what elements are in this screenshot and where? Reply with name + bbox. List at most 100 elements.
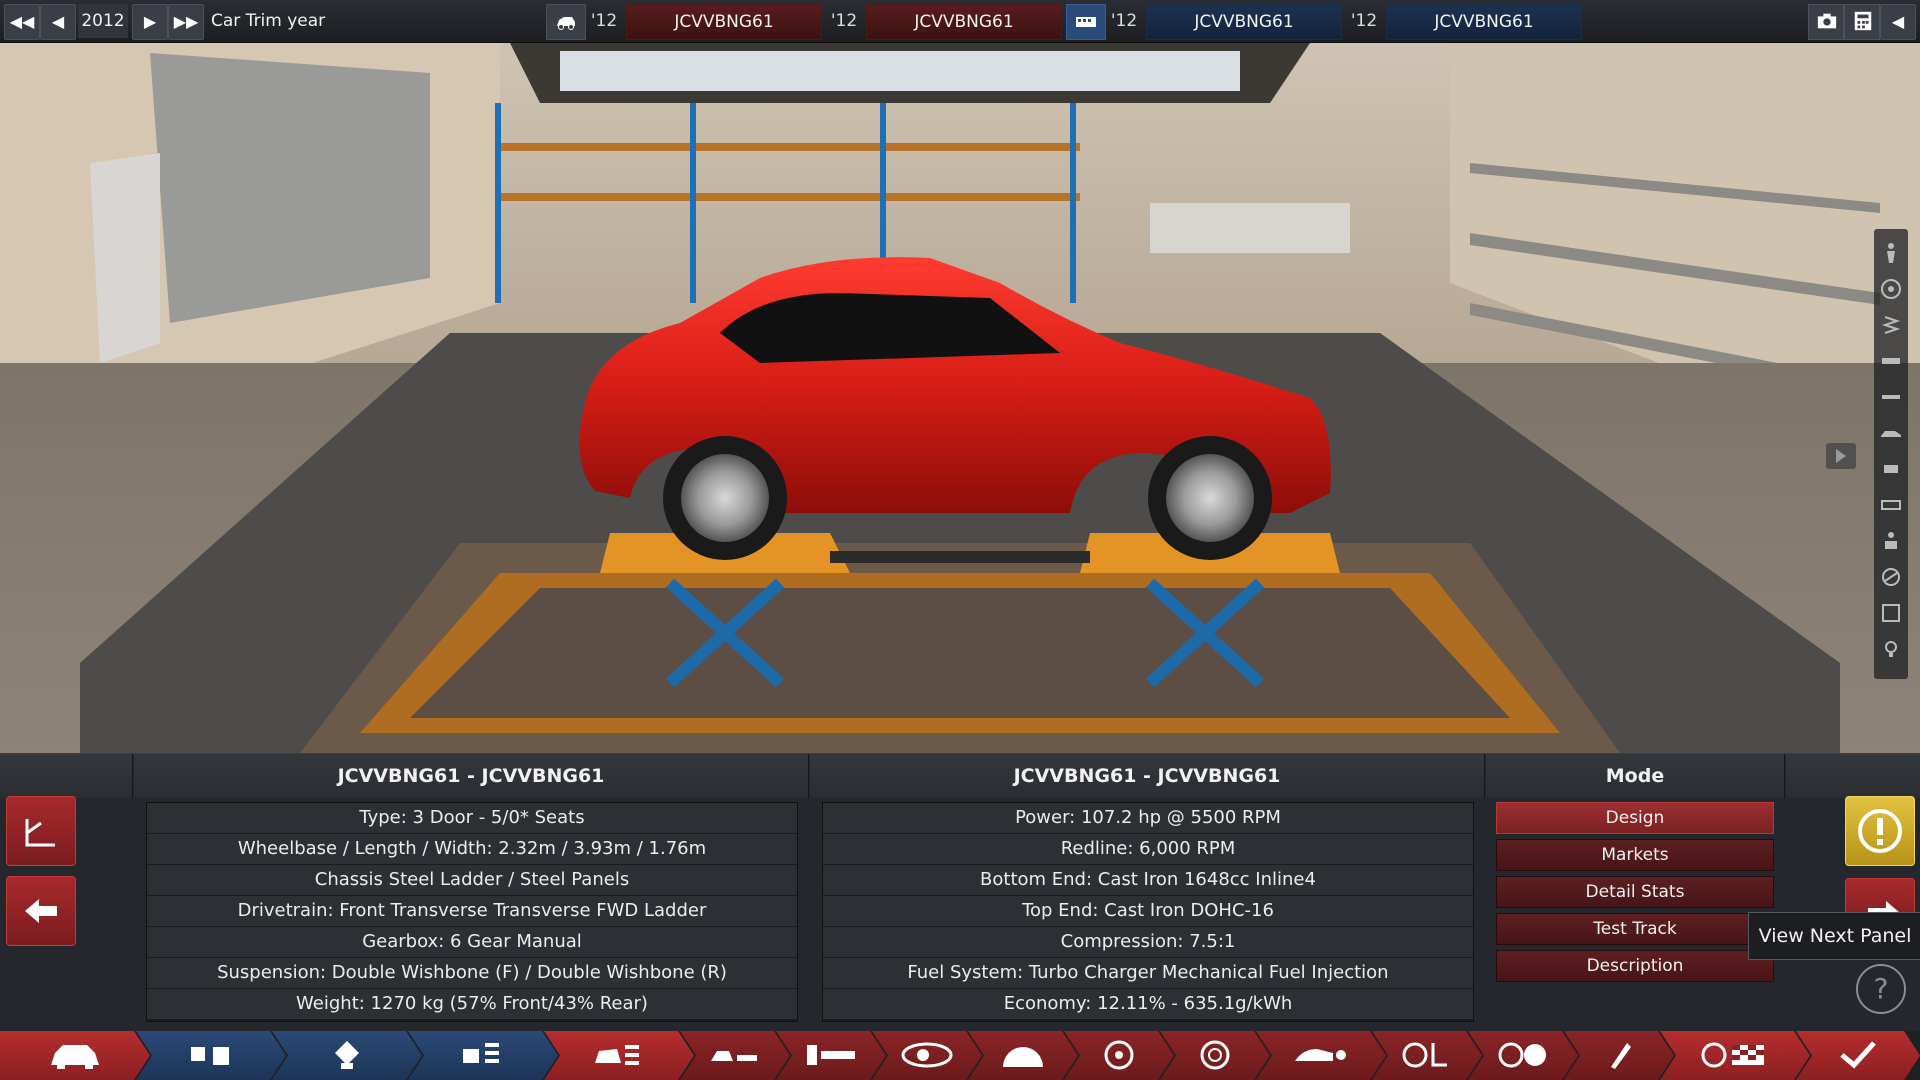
warning-button[interactable]	[1845, 796, 1915, 866]
engine-icon	[1076, 17, 1096, 27]
car-spec-row: Drivetrain: Front Transverse Transverse …	[147, 896, 797, 927]
suspension-tab[interactable]	[776, 1031, 886, 1080]
suspension-icon	[803, 1039, 859, 1071]
steering-tab[interactable]	[1468, 1031, 1578, 1080]
gearbox-tab[interactable]	[968, 1031, 1078, 1080]
side-panel-expand-button[interactable]	[1826, 443, 1856, 469]
trim-icon[interactable]	[1879, 601, 1903, 625]
garage-viewport[interactable]	[0, 43, 1920, 753]
slot-2-year: '12	[830, 11, 858, 31]
steering-wheel-icon	[1399, 1039, 1455, 1071]
engine-spec-row: Fuel System: Turbo Charger Mechanical Fu…	[823, 958, 1473, 989]
engine-spec-row: Redline: 6,000 RPM	[823, 834, 1473, 865]
engine-specs-list: Power: 107.2 hp @ 5500 RPM Redline: 6,00…	[822, 802, 1474, 1022]
last-year-button[interactable]: ▶▶	[168, 4, 204, 40]
mode-title: Mode	[1486, 754, 1785, 798]
bumper-icon[interactable]	[1879, 385, 1903, 409]
slot-3-name[interactable]: JCVVBNG61	[1146, 4, 1342, 40]
screenshot-button[interactable]	[1808, 4, 1844, 40]
mode-detail-stats-button[interactable]: Detail Stats	[1496, 876, 1774, 908]
side-toolbar	[1874, 229, 1908, 679]
chassis-tab[interactable]	[680, 1031, 790, 1080]
gear-icon	[995, 1039, 1051, 1071]
interior-tab[interactable]	[1372, 1031, 1482, 1080]
slot-3-year: '12	[1110, 11, 1138, 31]
checkmark-icon	[1830, 1039, 1886, 1071]
back-button[interactable]	[6, 876, 76, 946]
car-silhouette-icon	[1293, 1039, 1349, 1071]
wheels-tab[interactable]	[1064, 1031, 1174, 1080]
help-button[interactable]: ?	[1856, 964, 1906, 1014]
engine-design-tab[interactable]	[272, 1031, 422, 1080]
year-value[interactable]: 2012	[78, 4, 128, 38]
trim-year-label: Car Trim year	[211, 11, 326, 31]
car-specs-list: Type: 3 Door - 5/0* Seats Wheelbase / Le…	[146, 802, 798, 1022]
person-icon[interactable]	[1879, 241, 1903, 265]
driver-icon[interactable]	[1879, 529, 1903, 553]
wheel-icon	[1091, 1039, 1147, 1071]
brake-icon[interactable]	[1879, 349, 1903, 373]
chevron-right-icon	[1836, 449, 1846, 463]
testing-tab[interactable]	[1660, 1031, 1810, 1080]
exit-button[interactable]: ◀	[1880, 4, 1916, 40]
car-spec-row: Type: 3 Door - 5/0* Seats	[147, 803, 797, 834]
info-panel: JCVVBNG61 - JCVVBNG61 Type: 3 Door - 5/0…	[0, 753, 1920, 1032]
brake-disc-icon	[1187, 1039, 1243, 1071]
paint-icon	[1591, 1039, 1647, 1071]
car-spec-row: Wheelbase / Length / Width: 2.32m / 3.93…	[147, 834, 797, 865]
arrow-left-icon	[25, 899, 57, 923]
prev-icon: ◀	[51, 12, 65, 31]
car-side-icon[interactable]	[1879, 421, 1903, 445]
light-icon[interactable]	[1879, 637, 1903, 661]
grille-icon[interactable]	[1879, 493, 1903, 517]
body-tab[interactable]	[1256, 1031, 1386, 1080]
piston-icon	[183, 1039, 239, 1071]
car-body-tab[interactable]	[0, 1031, 150, 1080]
prev-year-button[interactable]: ◀	[40, 4, 76, 40]
engine-spec-row: Top End: Cast Iron DOHC-16	[823, 896, 1473, 927]
mode-description-button[interactable]: Description	[1496, 950, 1774, 982]
axis-icon	[25, 819, 55, 847]
engine-parts-tab[interactable]	[136, 1031, 286, 1080]
paint-tab[interactable]	[1564, 1031, 1674, 1080]
car-overview-tab[interactable]	[544, 1031, 694, 1080]
wheel-icon[interactable]	[1879, 277, 1903, 301]
engine-tuning-tab[interactable]	[408, 1031, 558, 1080]
engine-spec-row: Power: 107.2 hp @ 5500 RPM	[823, 803, 1473, 834]
slot-1-year: '12	[590, 11, 618, 31]
first-year-button[interactable]: ◀◀	[4, 4, 40, 40]
exit-icon: ◀	[1891, 12, 1905, 31]
brakes-tab[interactable]	[1160, 1031, 1270, 1080]
next-panel-tooltip: View Next Panel	[1748, 912, 1920, 960]
car-spec-row: Gearbox: 6 Gear Manual	[147, 927, 797, 958]
engine-block-icon	[319, 1039, 375, 1071]
car-parts-icon	[591, 1039, 647, 1071]
car-spec-row: Weight: 1270 kg (57% Front/43% Rear)	[147, 989, 797, 1020]
slot-4-name[interactable]: JCVVBNG61	[1386, 4, 1582, 40]
exclamation-icon	[1858, 809, 1902, 853]
slot-2-name[interactable]: JCVVBNG61	[866, 4, 1062, 40]
seat-icon[interactable]	[1879, 457, 1903, 481]
camera-angle-button[interactable]	[6, 796, 76, 866]
top-bar: ◀◀ ◀ 2012 ▶ ▶▶ Car Trim year '12 JCVVBNG…	[0, 0, 1920, 43]
garage-scene	[0, 43, 1920, 753]
next-year-button[interactable]: ▶	[132, 4, 168, 40]
mode-design-button[interactable]: Design	[1496, 802, 1774, 834]
calculator-button[interactable]	[1844, 4, 1880, 40]
design-stage-tabs	[0, 1031, 1920, 1080]
mode-test-track-button[interactable]: Test Track	[1496, 913, 1774, 945]
engine-spec-row: Economy: 12.11% - 635.1g/kWh	[823, 989, 1473, 1020]
chassis-icon	[707, 1039, 763, 1071]
spring-icon[interactable]	[1879, 313, 1903, 337]
calculator-icon	[1854, 11, 1872, 31]
engine-spec-row: Bottom End: Cast Iron 1648cc Inline4	[823, 865, 1473, 896]
engine-column-title: JCVVBNG61 - JCVVBNG61	[810, 754, 1485, 798]
finish-tab[interactable]	[1796, 1031, 1920, 1080]
steering-icon[interactable]	[1879, 565, 1903, 589]
drivetrain-tab[interactable]	[872, 1031, 982, 1080]
mode-markets-button[interactable]: Markets	[1496, 839, 1774, 871]
last-icon: ▶▶	[173, 12, 199, 31]
camera-icon	[1817, 13, 1837, 29]
slot-4-year: '12	[1350, 11, 1378, 31]
slot-1-name[interactable]: JCVVBNG61	[626, 4, 822, 40]
